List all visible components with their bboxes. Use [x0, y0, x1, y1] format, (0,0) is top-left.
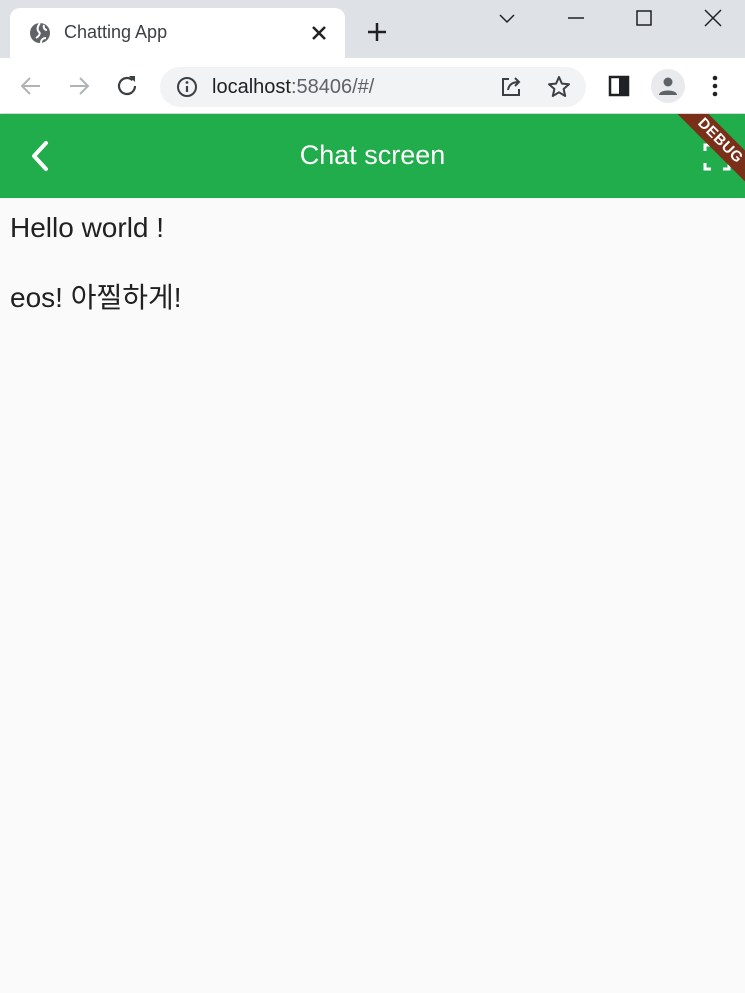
url-text: localhost:58406/#/ — [212, 76, 374, 99]
browser-tab[interactable]: Chatting App — [10, 8, 345, 58]
close-window-icon[interactable] — [700, 5, 726, 31]
browser-tab-strip: Chatting App — [0, 0, 745, 58]
more-menu-icon[interactable] — [702, 73, 728, 99]
globe-icon — [30, 22, 50, 44]
chat-body: Hello world ! eos! 아찔하게! — [0, 198, 745, 993]
app-bar: Chat screen DEBUG — [0, 114, 745, 198]
minimize-icon[interactable] — [563, 5, 589, 31]
chat-message: eos! 아찔하게! — [10, 282, 182, 313]
url-path: :58406/#/ — [290, 76, 375, 98]
site-info-icon[interactable] — [174, 74, 200, 100]
person-icon — [659, 77, 677, 95]
close-tab-icon[interactable] — [308, 22, 330, 44]
chat-message: Hello world ! — [10, 212, 165, 243]
profile-avatar[interactable] — [651, 69, 685, 103]
back-arrow-icon[interactable] — [18, 73, 44, 99]
share-icon[interactable] — [498, 74, 524, 100]
browser-toolbar: localhost:58406/#/ — [0, 58, 745, 114]
tab-title: Chatting App — [64, 22, 168, 42]
forward-arrow-icon[interactable] — [66, 73, 92, 99]
address-bar[interactable]: localhost:58406/#/ — [160, 67, 586, 107]
page-title: Chat screen — [299, 140, 446, 170]
side-panel-icon[interactable] — [606, 73, 632, 99]
new-tab-icon[interactable] — [366, 21, 388, 43]
url-host: localhost — [212, 76, 291, 98]
reload-icon[interactable] — [114, 73, 140, 99]
bookmark-star-icon[interactable] — [546, 74, 572, 100]
tab-search-chevron-icon[interactable] — [494, 5, 520, 31]
maximize-icon[interactable] — [631, 5, 657, 31]
